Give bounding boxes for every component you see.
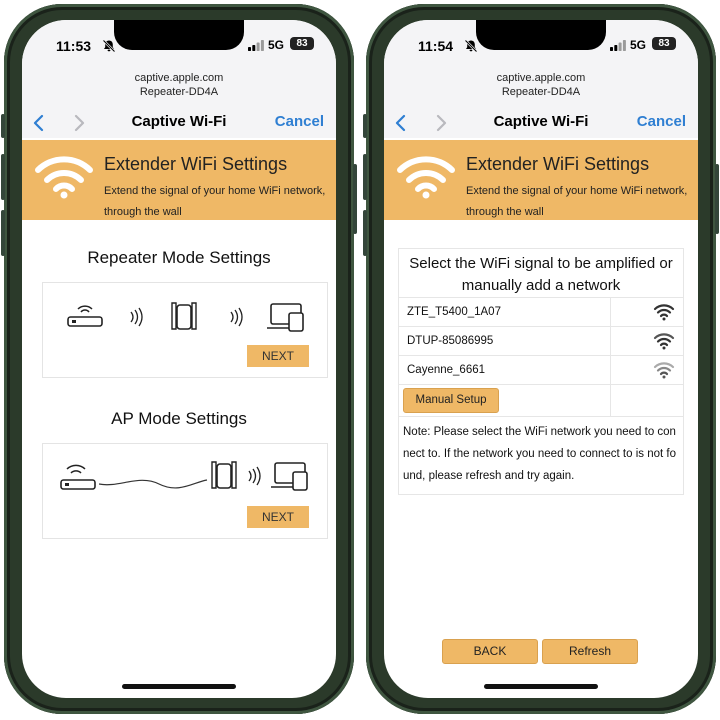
ethernet-cable-icon <box>99 479 208 489</box>
ap-mode-title: AP Mode Settings <box>111 409 247 428</box>
wifi-strong-icon <box>653 333 675 350</box>
header-banner: Extender WiFi Settings Extend the signal… <box>22 140 336 220</box>
status-time: 11:53 <box>56 38 92 54</box>
repeater-icon <box>211 461 237 489</box>
repeater-next-button[interactable]: NEXT <box>247 345 309 367</box>
phone-right: 11:54 5G 83 captive.apple.com Repeater-D… <box>363 4 719 714</box>
bell-slash-icon <box>464 39 478 53</box>
manual-setup-row: Manual Setup <box>398 385 684 417</box>
banner-subtitle: Extend the signal of your home WiFi netw… <box>104 185 326 218</box>
cell-signal-icon <box>610 40 626 51</box>
devices-icon <box>267 303 304 332</box>
network-type: 5G <box>268 38 285 52</box>
url-domain: captive.apple.com <box>134 72 224 84</box>
signal-waves-icon <box>130 307 143 327</box>
wifi-list-heading: Select the WiFi signal to be amplified o… <box>398 248 684 298</box>
network-ssid: ZTE_T5400_1A07 <box>399 298 611 326</box>
network-ssid: Cayenne_6661 <box>399 356 611 384</box>
router-icon <box>60 464 96 490</box>
signal-waves-icon <box>230 307 243 327</box>
cancel-button[interactable]: Cancel <box>275 113 324 130</box>
repeater-mode-title: Repeater Mode Settings <box>87 248 271 267</box>
network-ssid: DTUP-85086995 <box>399 327 611 355</box>
banner-title: Extender WiFi Settings <box>104 154 288 174</box>
banner-title: Extender WiFi Settings <box>466 154 650 174</box>
manual-setup-button[interactable]: Manual Setup <box>403 388 499 413</box>
header-banner: Extender WiFi Settings Extend the signal… <box>384 140 698 220</box>
note-text: Note: Please select the WiFi network you… <box>398 417 684 495</box>
url-ssid: Repeater-DD4A <box>501 86 581 98</box>
router-icon <box>67 305 103 327</box>
battery-icon: 83 <box>290 37 314 50</box>
network-type: 5G <box>630 38 647 52</box>
wifi-icon <box>35 156 93 199</box>
url-domain: captive.apple.com <box>496 72 586 84</box>
battery-icon: 83 <box>652 37 676 50</box>
ap-mode-card: NEXT <box>42 443 328 539</box>
wifi-icon <box>397 156 455 199</box>
back-button[interactable]: BACK <box>442 639 538 664</box>
devices-icon <box>271 462 308 491</box>
refresh-button[interactable]: Refresh <box>542 639 638 664</box>
network-row[interactable]: Cayenne_6661 <box>398 356 684 385</box>
status-time: 11:54 <box>418 38 454 54</box>
cancel-button[interactable]: Cancel <box>637 113 686 130</box>
network-row[interactable]: DTUP-85086995 <box>398 327 684 356</box>
url-ssid: Repeater-DD4A <box>139 86 219 98</box>
signal-waves-icon <box>248 466 261 486</box>
notch <box>114 20 244 50</box>
wifi-strong-icon <box>653 304 675 321</box>
ap-next-button[interactable]: NEXT <box>247 506 309 528</box>
notch <box>476 20 606 50</box>
repeater-icon <box>171 302 197 330</box>
phone-left: 11:53 5G 83 captive.apple.com Repeater-D… <box>1 4 357 714</box>
repeater-mode-card: NEXT <box>42 282 328 378</box>
bell-slash-icon <box>102 39 116 53</box>
banner-subtitle: Extend the signal of your home WiFi netw… <box>466 185 688 218</box>
network-row[interactable]: ZTE_T5400_1A07 <box>398 298 684 327</box>
home-indicator[interactable] <box>484 684 598 689</box>
cell-signal-icon <box>248 40 264 51</box>
home-indicator[interactable] <box>122 684 236 689</box>
wifi-network-panel: Select the WiFi signal to be amplified o… <box>398 248 684 495</box>
screen-right: 11:54 5G 83 captive.apple.com Repeater-D… <box>384 20 698 698</box>
wifi-weak-icon <box>653 362 675 379</box>
screen-left: 11:53 5G 83 captive.apple.com Repeater-D… <box>22 20 336 698</box>
